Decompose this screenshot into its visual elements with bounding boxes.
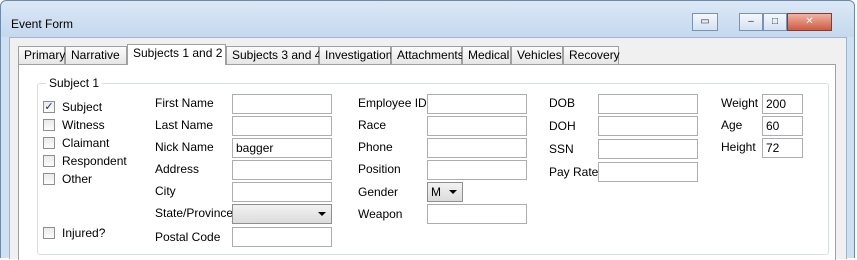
city-label: City <box>155 184 176 198</box>
subjects-panel: Subject 1 ✓ Subject Witness Claimant Res… <box>18 64 836 260</box>
claimant-checkbox[interactable] <box>43 137 55 149</box>
respondent-checkbox[interactable] <box>43 155 55 167</box>
height-label: Height <box>721 140 756 154</box>
dob-label: DOB <box>549 96 576 110</box>
position-label: Position <box>358 162 401 176</box>
age-field[interactable]: 60 <box>762 116 803 136</box>
injured-label: Injured? <box>62 226 106 240</box>
chevron-down-icon <box>449 190 457 194</box>
gender-select[interactable]: M <box>427 182 463 202</box>
weight-label: Weight <box>721 96 759 110</box>
pay-rate-field[interactable] <box>598 162 698 182</box>
tab-investigation[interactable]: Investigation <box>319 46 392 64</box>
tab-vehicles[interactable]: Vehicles <box>511 46 563 64</box>
maximize-button[interactable]: □ <box>763 13 787 31</box>
minimize-button[interactable]: – <box>739 13 763 31</box>
subject-label: Subject <box>62 100 103 114</box>
city-field[interactable] <box>232 182 332 202</box>
nick-name-label: Nick Name <box>155 140 214 154</box>
tab-subjects-3-and-4[interactable]: Subjects 3 and 4 <box>226 46 321 64</box>
respondent-label: Respondent <box>62 154 127 168</box>
tab-narrative[interactable]: Narrative <box>65 46 127 64</box>
gender-value: M <box>431 185 441 199</box>
window-title: Event Form <box>11 17 74 31</box>
race-field[interactable] <box>427 116 527 136</box>
employee-id-field[interactable] <box>427 94 527 114</box>
last-name-label: Last Name <box>155 118 214 132</box>
height-field[interactable]: 72 <box>762 138 803 158</box>
event-form-window: Event Form ▭ – □ ✕ Primary Narrative Sub… <box>0 0 855 260</box>
title-bar[interactable]: Event Form ▭ – □ ✕ <box>1 1 854 37</box>
postal-code-label: Postal Code <box>155 230 221 244</box>
position-field[interactable] <box>427 160 527 180</box>
subject-1-group: Subject 1 ✓ Subject Witness Claimant Res… <box>37 76 829 255</box>
pay-rate-label: Pay Rate <box>549 165 599 179</box>
chevron-down-icon <box>318 212 326 216</box>
injured-checkbox[interactable] <box>43 227 55 239</box>
state-province-label: State/Province <box>155 206 234 220</box>
first-name-label: First Name <box>155 96 214 110</box>
tab-subjects-1-and-2[interactable]: Subjects 1 and 2 <box>127 44 226 65</box>
dob-field[interactable] <box>598 94 698 114</box>
race-label: Race <box>358 118 387 132</box>
tab-attachments[interactable]: Attachments <box>391 46 464 64</box>
postal-code-field[interactable] <box>232 227 332 247</box>
phone-label: Phone <box>358 140 393 154</box>
state-province-select[interactable] <box>232 204 332 224</box>
employee-id-label: Employee ID <box>358 96 427 110</box>
ssn-label: SSN <box>549 142 574 156</box>
weapon-field[interactable] <box>427 204 527 224</box>
tab-medical[interactable]: Medical <box>462 46 511 64</box>
close-button[interactable]: ✕ <box>787 13 832 31</box>
other-label: Other <box>62 172 93 186</box>
gender-label: Gender <box>358 185 399 199</box>
claimant-label: Claimant <box>62 136 110 150</box>
doh-label: DOH <box>549 119 576 133</box>
age-label: Age <box>721 118 743 132</box>
witness-checkbox[interactable] <box>43 119 55 131</box>
weight-field[interactable]: 200 <box>762 94 803 114</box>
address-field[interactable] <box>232 160 332 180</box>
nick-name-field[interactable]: bagger <box>232 138 332 158</box>
tab-recovery[interactable]: Recovery <box>563 46 620 64</box>
phone-field[interactable] <box>427 138 527 158</box>
other-checkbox[interactable] <box>43 173 55 185</box>
tab-primary[interactable]: Primary <box>18 46 65 64</box>
group-title: Subject 1 <box>46 76 103 90</box>
weapon-label: Weapon <box>358 207 403 221</box>
restore-icon[interactable]: ▭ <box>692 13 718 31</box>
ssn-field[interactable] <box>598 139 698 159</box>
first-name-field[interactable] <box>232 94 332 114</box>
subject-checkbox[interactable]: ✓ <box>43 101 55 113</box>
witness-label: Witness <box>62 118 105 132</box>
form-client-area: Primary Narrative Subjects 1 and 2 Subje… <box>9 37 847 260</box>
address-label: Address <box>155 162 200 176</box>
last-name-field[interactable] <box>232 116 332 136</box>
doh-field[interactable] <box>598 116 698 136</box>
